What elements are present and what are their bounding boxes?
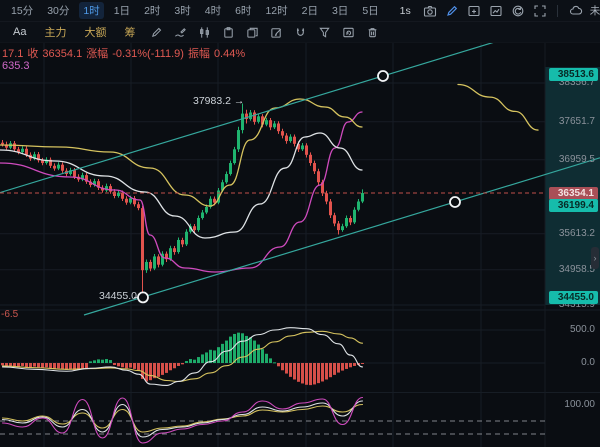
axis-tick-label: 34958.5 — [559, 264, 595, 275]
toolbar-divider — [557, 5, 558, 17]
panel-collapse-handle[interactable]: › — [591, 247, 599, 269]
camera-icon[interactable] — [423, 3, 437, 19]
axis-tick-label: 100.00 — [564, 399, 595, 410]
tab-15分[interactable]: 15分 — [7, 2, 37, 19]
magnet-icon[interactable] — [292, 24, 308, 40]
tab-1时[interactable]: 1时 — [79, 2, 103, 19]
candlestick-chart[interactable] — [0, 0, 600, 447]
drawing-toolbar: Aa 主力 大额 筹 — [0, 22, 600, 43]
replay-icon[interactable] — [511, 3, 525, 19]
timeframe-tabs: 15分 30分 1时 1日 2时 3时 4时 6时 12时 2日 3日 5日 — [4, 2, 386, 19]
tab-2时[interactable]: 2时 — [140, 2, 164, 19]
low-price-annotation: 34455.0 — [99, 290, 137, 302]
close-value: 36354.1 — [42, 48, 82, 60]
axis-tick-label: 37651.7 — [559, 116, 595, 127]
tab-1日[interactable]: 1日 — [110, 2, 134, 19]
cloud-icon — [568, 3, 584, 19]
tab-3时[interactable]: 3时 — [170, 2, 194, 19]
tool-Aa[interactable]: Aa — [13, 26, 26, 38]
axis-price-badge: 36199.4 — [549, 199, 598, 212]
trading-app: 15分 30分 1时 1日 2时 3时 4时 6时 12时 2日 3日 5日 1s — [0, 0, 600, 447]
ohlc-info-bar: 17.1 收 36354.1 涨幅 -0.31%(-111.9) 振幅 0.44% — [2, 45, 249, 61]
macd-value-label: -6.5 — [1, 309, 18, 320]
tab-2日[interactable]: 2日 — [298, 2, 322, 19]
chart-image-icon[interactable] — [489, 3, 503, 19]
change-value: -0.31%(-111.9) — [112, 48, 184, 60]
axis-tick-label: 35613.2 — [559, 228, 595, 239]
axis-tick-label: 36959.5 — [559, 154, 595, 165]
tab-1s[interactable]: 1s — [400, 5, 411, 17]
amplitude-label: 振幅 — [188, 48, 210, 60]
workspace-name[interactable]: 未命名 — [590, 3, 600, 18]
tab-4时[interactable]: 4时 — [201, 2, 225, 19]
tool-主力[interactable]: 主力 — [44, 24, 66, 40]
pencil-icon[interactable] — [148, 24, 164, 40]
tab-3日[interactable]: 3日 — [328, 2, 352, 19]
timeframe-toolbar: 15分 30分 1时 1日 2时 3时 4时 6时 12时 2日 3日 5日 1s — [0, 0, 600, 22]
tab-6时[interactable]: 6时 — [231, 2, 255, 19]
change-label: 涨幅 — [86, 48, 108, 60]
axis-price-badge: 38513.6 — [549, 68, 598, 81]
trash-icon[interactable] — [364, 24, 380, 40]
high-price-annotation: 37983.2 → — [193, 95, 244, 107]
freehand-draw-icon[interactable] — [172, 24, 188, 40]
ma-info-line: 635.3 — [2, 60, 30, 72]
filter-funnel-icon[interactable] — [316, 24, 332, 40]
arrow-right-icon: → — [234, 95, 245, 107]
draw-pencil-icon[interactable] — [445, 3, 459, 19]
tab-5日[interactable]: 5日 — [358, 2, 382, 19]
close-label: 收 — [27, 48, 38, 60]
toolbar2-text-items: Aa 主力 大额 筹 — [4, 24, 144, 40]
fullscreen-icon[interactable] — [533, 3, 547, 19]
tool-大额[interactable]: 大额 — [84, 24, 106, 40]
tab-12时[interactable]: 12时 — [261, 2, 291, 19]
axis-price-badge: 36354.1 — [549, 187, 598, 200]
axis-price-badge: 34455.0 — [549, 291, 598, 304]
axis-tick-label: 500.0 — [570, 324, 595, 335]
kline-pattern-icon[interactable] — [196, 24, 212, 40]
copy-icon[interactable] — [244, 24, 260, 40]
tab-30分[interactable]: 30分 — [43, 2, 73, 19]
clipboard-icon[interactable] — [220, 24, 236, 40]
rotate-box-icon[interactable] — [340, 24, 356, 40]
info-partial: 17.1 — [2, 48, 23, 60]
tool-筹[interactable]: 筹 — [124, 24, 135, 40]
axis-tick-label: 0.0 — [581, 357, 595, 368]
note-edit-icon[interactable] — [268, 24, 284, 40]
amplitude-value: 0.44% — [214, 48, 245, 60]
new-window-icon[interactable] — [467, 3, 481, 19]
